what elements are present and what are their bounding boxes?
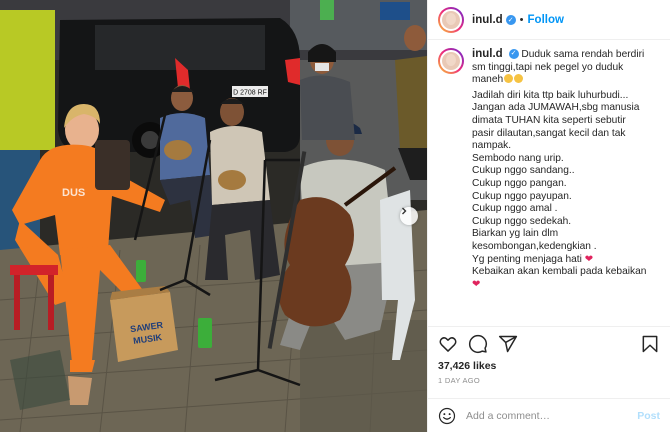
heart-icon[interactable] [438,334,458,354]
laughing-emoji-icon [514,74,524,84]
post-header: inul.d ✓ • Follow [428,0,670,40]
caption-username[interactable]: inul.d [472,48,503,60]
emoji-smile-icon[interactable] [438,407,456,425]
caption-line: Jangan ada JUMAWAH,sbg manusia [472,102,640,114]
caption-line: dimata TUHAN kita seperti sebutir [472,114,626,126]
caption-line: Sembodo nang urip. [472,152,564,164]
caption-line: maneh [472,74,504,86]
bookmark-icon[interactable] [640,334,660,354]
post-comment-button[interactable]: Post [637,410,660,422]
comment-bar: Post [428,398,670,432]
street-musicians-photo: D 2708 RF DUS SAWER MUSIK [0,0,427,432]
caption-line: Kebaikan akan kembali pada kebaikan [472,266,647,278]
follow-button[interactable]: Follow [528,14,564,26]
car-plate-text: D 2708 RF [233,90,267,97]
caption-line: Cukup nggo amal . [472,203,558,215]
caption-line: Yg penting menjaga hati [472,253,582,265]
post-photo[interactable]: D 2708 RF DUS SAWER MUSIK [0,0,427,432]
header-username[interactable]: inul.d [472,14,503,26]
caption-line: Cukup nggo sedekah. [472,215,572,227]
red-heart-emoji-icon: ❤ [584,253,594,265]
comment-icon[interactable] [468,334,488,354]
caption-line: Jadilah diri kita ttp baik luhurbudi... [472,89,629,101]
header-separator: • [519,13,524,26]
caption-text: inul.d ✓ Duduk sama rendah berdiri sm ti… [472,48,646,291]
next-photo-button[interactable] [400,207,418,225]
share-icon[interactable] [498,334,518,354]
red-heart-emoji-icon: ❤ [472,278,481,290]
post-timestamp[interactable]: 1 DAY AGO [428,376,670,398]
likes-count[interactable]: 37,426 likes [428,360,670,376]
caption-line: kesombongan,kedengkian . [472,240,597,252]
caption-area: inul.d ✓ Duduk sama rendah berdiri sm ti… [428,40,670,326]
instagram-post: D 2708 RF DUS SAWER MUSIK inul.d ✓ • Fol… [0,0,670,432]
svg-text:DUS: DUS [62,187,85,199]
caption-avatar[interactable] [438,48,464,74]
comment-input[interactable] [466,409,638,422]
grin-sweat-emoji-icon [504,74,514,84]
avatar[interactable] [438,6,464,33]
action-bar [428,326,670,360]
caption-line: Cukup nggo sandang.. [472,165,575,177]
caption-line: Cukup nggo payupan. [472,190,572,202]
post-side-panel: inul.d ✓ • Follow inul.d ✓ Duduk sama re… [427,0,670,432]
verified-badge-icon: ✓ [508,49,519,60]
chevron-right-icon [402,207,407,215]
caption-line: Cukup nggo pangan. [472,177,567,189]
verified-badge-icon: ✓ [505,14,516,25]
caption-line: Biarkan yg lain dlm [472,228,559,240]
caption-line: Duduk sama rendah berdiri [521,49,645,60]
caption-line: pasir dilautan,sangat kecil dan tak [472,127,626,139]
caption-line: nampak. [472,140,512,152]
caption-line: sm tinggi,tapi nek pegel yo duduk [472,61,624,73]
